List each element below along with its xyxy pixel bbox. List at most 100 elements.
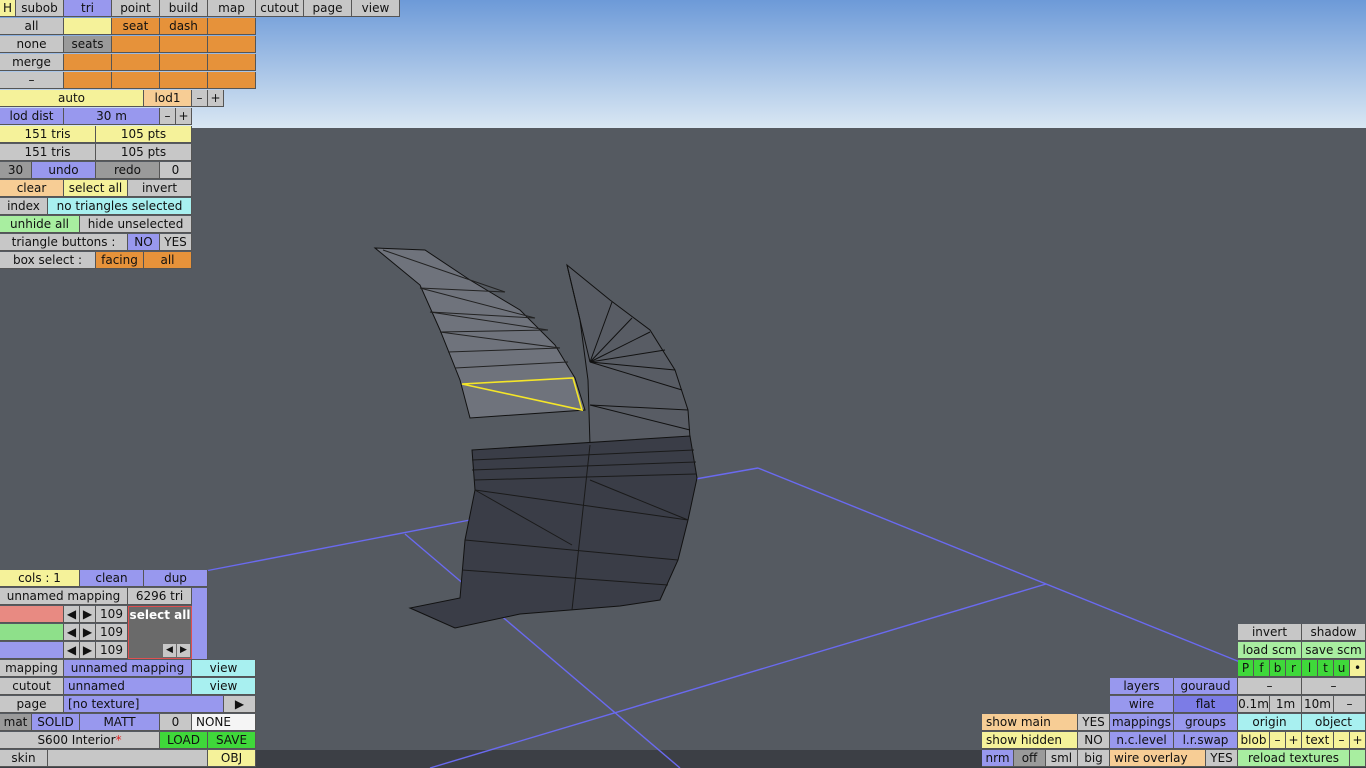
swatch-next-button[interactable]: ▶ (177, 644, 190, 657)
grid-10m-button[interactable]: 10m (1302, 696, 1334, 713)
clear-button[interactable]: clear (0, 180, 64, 197)
dup-button[interactable]: dup (144, 570, 208, 587)
tab-point[interactable]: point (112, 0, 160, 17)
slot-empty[interactable] (160, 72, 208, 89)
mapping-view-button[interactable]: view (192, 660, 256, 677)
axis-dot-button[interactable]: • (1350, 660, 1366, 677)
tab-page[interactable]: page (304, 0, 352, 17)
seats-button[interactable]: seats (64, 36, 112, 53)
red-inc-button[interactable]: ▶ (80, 606, 96, 623)
select-all-button[interactable]: all (0, 18, 64, 35)
mappings-button[interactable]: mappings (1110, 714, 1174, 731)
index-button[interactable]: index (0, 198, 48, 215)
seat-button[interactable]: seat (112, 18, 160, 35)
tab-tri[interactable]: tri (64, 0, 112, 17)
axis-r-button[interactable]: r (1286, 660, 1302, 677)
grid-01m-button[interactable]: 0.1m (1238, 696, 1270, 713)
slot-empty[interactable] (112, 36, 160, 53)
green-slider[interactable] (0, 624, 64, 641)
slot-empty[interactable] (64, 72, 112, 89)
tab-map[interactable]: map (208, 0, 256, 17)
off-button[interactable]: off (1014, 750, 1046, 767)
slot-empty[interactable] (208, 36, 256, 53)
text-minus-button[interactable]: – (1334, 732, 1350, 749)
cutout-view-button[interactable]: view (192, 678, 256, 695)
save-scm-button[interactable]: save scm (1302, 642, 1366, 659)
blob-plus-button[interactable]: + (1286, 732, 1302, 749)
nrm-button[interactable]: nrm (982, 750, 1014, 767)
select-none-button[interactable]: none (0, 36, 64, 53)
sml-button[interactable]: sml (1046, 750, 1078, 767)
slot-empty[interactable] (208, 18, 256, 35)
box-select-all[interactable]: all (144, 252, 192, 269)
axis-p-button[interactable]: P (1238, 660, 1254, 677)
page-play-button[interactable]: ▶ (224, 696, 256, 713)
show-main-toggle[interactable]: YES (1078, 714, 1110, 731)
object-button[interactable]: object (1302, 714, 1366, 731)
groups-button[interactable]: groups (1174, 714, 1238, 731)
red-dec-button[interactable]: ◀ (64, 606, 80, 623)
tab-build[interactable]: build (160, 0, 208, 17)
reload-textures-end[interactable] (1350, 750, 1366, 767)
red-slider[interactable] (0, 606, 64, 623)
cols-button[interactable]: cols : 1 (0, 570, 80, 587)
unhide-all-button[interactable]: unhide all (0, 216, 80, 233)
redo-button[interactable]: redo (96, 162, 160, 179)
matt-button[interactable]: MATT (80, 714, 160, 731)
lod1-button[interactable]: lod1 (144, 90, 192, 107)
dash-button[interactable]: dash (160, 18, 208, 35)
show-hidden-toggle[interactable]: NO (1078, 732, 1110, 749)
axis-u-button[interactable]: u (1334, 660, 1350, 677)
blue-slider[interactable] (0, 642, 64, 659)
mat-index[interactable]: 0 (160, 714, 192, 731)
reload-textures-button[interactable]: reload textures (1238, 750, 1350, 767)
slot-empty[interactable] (112, 54, 160, 71)
big-button[interactable]: big (1078, 750, 1110, 767)
obj-button[interactable]: OBJ (208, 750, 256, 767)
mapping-name[interactable]: unnamed mapping (0, 588, 128, 605)
lod-dist-value[interactable]: 30 m (64, 108, 160, 125)
green-inc-button[interactable]: ▶ (80, 624, 96, 641)
triangle-buttons-no[interactable]: NO (128, 234, 160, 251)
lod-auto-button[interactable]: auto (0, 90, 144, 107)
slot-empty[interactable] (160, 54, 208, 71)
invert-selection-button[interactable]: invert (128, 180, 192, 197)
nc-level-button[interactable]: n.c.level (1110, 732, 1174, 749)
lod-minus-button[interactable]: – (192, 90, 208, 107)
lod-plus-button[interactable]: + (208, 90, 224, 107)
axis-f-button[interactable]: f (1254, 660, 1270, 677)
solid-button[interactable]: SOLID (32, 714, 80, 731)
cutout-value[interactable]: unnamed (64, 678, 192, 695)
skin-field[interactable] (48, 750, 208, 767)
h-button[interactable]: H (0, 0, 16, 17)
slot-empty[interactable] (64, 18, 112, 35)
mapping-value[interactable]: unnamed mapping (64, 660, 192, 677)
tab-cutout[interactable]: cutout (256, 0, 304, 17)
load-button[interactable]: LOAD (160, 732, 208, 749)
blue-inc-button[interactable]: ▶ (80, 642, 96, 659)
slot-empty[interactable] (64, 54, 112, 71)
text-plus-button[interactable]: + (1350, 732, 1366, 749)
slot-empty[interactable] (208, 54, 256, 71)
wire-overlay-toggle[interactable]: YES (1206, 750, 1238, 767)
page-value[interactable]: [no texture] (64, 696, 224, 713)
grid-1m-button[interactable]: 1m (1270, 696, 1302, 713)
origin-button[interactable]: origin (1238, 714, 1302, 731)
minus-button[interactable]: – (0, 72, 64, 89)
mat-none[interactable]: NONE (192, 714, 256, 731)
green-dec-button[interactable]: ◀ (64, 624, 80, 641)
color-swatch-select-all[interactable]: select all ◀ ▶ (128, 606, 192, 659)
merge-button[interactable]: merge (0, 54, 64, 71)
text-button[interactable]: text (1302, 732, 1334, 749)
wire-button[interactable]: wire (1110, 696, 1174, 713)
clean-button[interactable]: clean (80, 570, 144, 587)
slot-empty[interactable] (112, 72, 160, 89)
select-all-tris-button[interactable]: select all (64, 180, 128, 197)
blue-dec-button[interactable]: ◀ (64, 642, 80, 659)
triangle-buttons-yes[interactable]: YES (160, 234, 192, 251)
undo-button[interactable]: undo (32, 162, 96, 179)
axis-l-button[interactable]: l (1302, 660, 1318, 677)
slot-empty[interactable] (160, 36, 208, 53)
blob-minus-button[interactable]: – (1270, 732, 1286, 749)
tab-view[interactable]: view (352, 0, 400, 17)
